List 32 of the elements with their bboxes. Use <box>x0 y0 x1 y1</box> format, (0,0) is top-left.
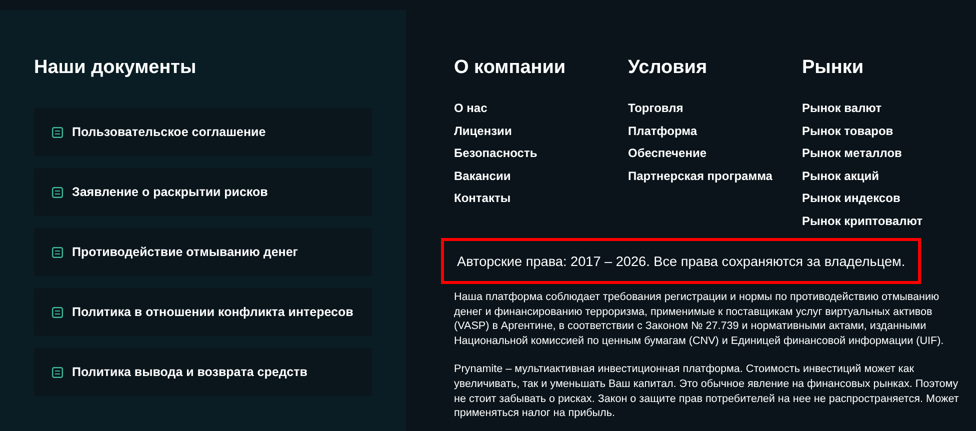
document-icon <box>52 126 63 138</box>
footer-link[interactable]: Торговля <box>628 97 802 120</box>
disclaimer-text: Prynamite – мультиактивная инвестиционная платформа. Стоимость инвестиций может как увеличивать, так и уменьшать Ваш капитал. Это обычное явление на финансовых рынках. Поэтому не стоит забывать о рисках. Закон о защите прав потребителей на нее не распространяется. Может применяться налог на прибыль. <box>454 362 960 421</box>
footer-link[interactable]: Рынок металлов <box>802 142 976 164</box>
disclaimer-text: Наша платформа соблюдает требования регистрации и нормы по противодействию отмыванию денег и финансированию терроризма, применимые к поставщикам услуг виртуальных активов (VASP) в Аргентине, в соответствии с Законом № 27.739 и нормативными актами, изданными Национальной комиссией по ценным бумагам (CNV) и Единицей финансовой информации (UIF). <box>454 290 945 348</box>
footer-link[interactable]: Рынок криптовалют <box>802 210 976 232</box>
footer-link[interactable]: Контакты <box>454 187 628 210</box>
footer-link[interactable]: Безопасность <box>454 142 628 164</box>
footer-link[interactable]: Рынок индексов <box>802 187 976 210</box>
footer-link[interactable]: Рынок валют <box>802 97 976 120</box>
document-icon <box>52 246 63 258</box>
document-link[interactable]: Политика в отношении конфликта интересов <box>34 288 372 336</box>
document-icon <box>52 366 63 378</box>
document-link[interactable]: Противодействие отмыванию денег <box>34 228 372 276</box>
copyright-text: Авторские права: 2017 – 2026. Все права сохраняются за владельцем. <box>457 254 906 268</box>
document-link[interactable]: Заявление о раскрытии рисков <box>34 168 372 216</box>
footer-link[interactable]: Рынок товаров <box>802 120 976 142</box>
footer-link[interactable]: Лицензии <box>454 120 628 142</box>
document-icon <box>52 306 63 318</box>
footer-link[interactable]: Обеспечение <box>628 142 802 164</box>
footer-link[interactable]: Платформа <box>628 120 802 142</box>
document-icon <box>52 186 63 198</box>
column-title: О компании <box>454 56 567 80</box>
section-title: Наши документы <box>34 56 198 80</box>
document-link[interactable]: Политика вывода и возврата средств <box>34 348 372 396</box>
column-title: Рынки <box>802 56 865 80</box>
footer-link[interactable]: Партнерская программа <box>628 164 802 187</box>
footer-link[interactable]: Вакансии <box>454 164 628 187</box>
column-title: Условия <box>628 56 708 80</box>
footer-link[interactable]: О нас <box>454 97 628 120</box>
document-link[interactable]: Пользовательское соглашение <box>34 108 372 156</box>
footer-link[interactable]: Рынок акций <box>802 164 976 187</box>
